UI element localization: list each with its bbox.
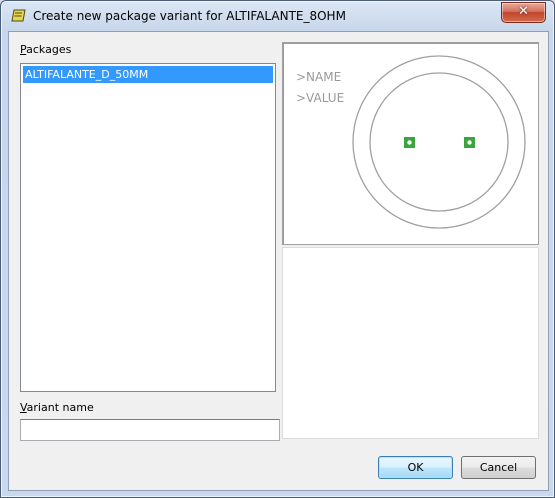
package-preview: >NAME >VALUE — [282, 42, 539, 245]
footprint-inner-outline — [369, 72, 509, 212]
variant-name-label: Variant name — [20, 401, 94, 414]
footprint-pad-2 — [464, 137, 475, 148]
dialog-client-area: Packages ALTIFALANTE_D_50MM Variant name… — [8, 31, 549, 491]
close-icon: ✕ — [518, 4, 529, 19]
variant-name-input[interactable] — [20, 419, 280, 441]
packages-label-text: ackages — [26, 43, 72, 56]
package-list-item[interactable]: ALTIFALANTE_D_50MM — [23, 66, 273, 83]
footprint-outer-outline — [352, 55, 526, 229]
dialog-window: Create new package variant for ALTIFALAN… — [0, 0, 555, 498]
footprint-pad-1 — [404, 137, 415, 148]
window-title: Create new package variant for ALTIFALAN… — [33, 9, 346, 23]
cancel-button[interactable]: Cancel — [461, 456, 536, 479]
close-button[interactable]: ✕ — [501, 2, 546, 23]
footprint-drawing — [352, 55, 526, 229]
packages-label: Packages — [20, 43, 71, 56]
variant-name-label-text: ariant name — [26, 401, 94, 414]
app-icon — [11, 9, 26, 22]
packages-list[interactable]: ALTIFALANTE_D_50MM — [20, 63, 276, 392]
ok-button[interactable]: OK — [378, 456, 453, 479]
title-bar[interactable]: Create new package variant for ALTIFALAN… — [1, 1, 554, 31]
package-details-panel — [282, 247, 539, 439]
variant-name-label-accelerator: V — [20, 401, 27, 414]
